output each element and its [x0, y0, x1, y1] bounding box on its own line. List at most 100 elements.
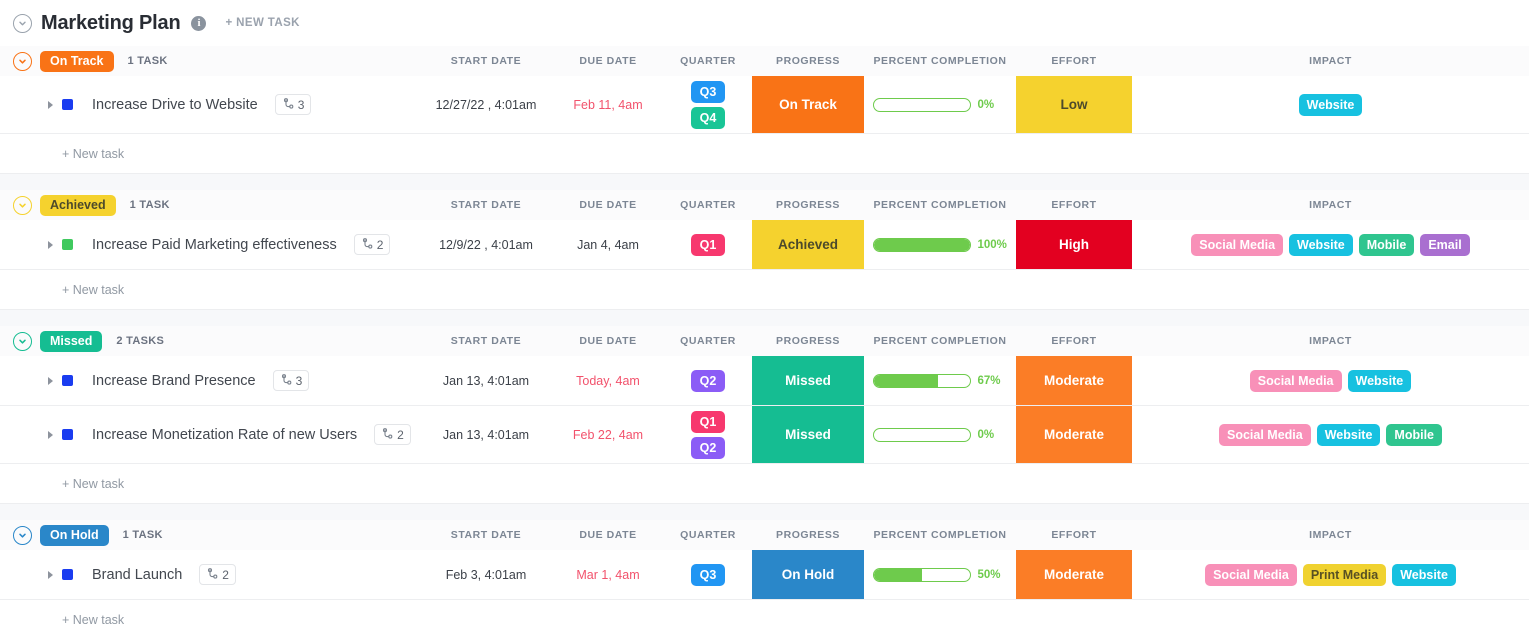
percent-completion-cell[interactable]: 100% — [864, 220, 1016, 269]
quarter-tag[interactable]: Q4 — [690, 106, 726, 129]
impact-cell[interactable]: Social Media Print Media Website — [1132, 550, 1529, 599]
column-header-effort[interactable]: EFFORT — [1016, 335, 1132, 347]
column-header-quarter[interactable]: QUARTER — [664, 335, 752, 347]
column-header-quarter[interactable]: QUARTER — [664, 55, 752, 67]
progress-cell[interactable]: On Hold — [752, 550, 864, 599]
impact-tag[interactable]: Email — [1420, 233, 1470, 256]
column-header-effort[interactable]: EFFORT — [1016, 529, 1132, 541]
due-date-cell[interactable]: Feb 22, 4am — [552, 406, 664, 463]
column-header-due-date[interactable]: DUE DATE — [552, 529, 664, 541]
table-row[interactable]: Increase Paid Marketing effectiveness 2 12… — [0, 220, 1529, 270]
quarter-tag[interactable]: Q3 — [690, 563, 726, 586]
subtask-count-badge[interactable]: 2 — [199, 564, 236, 585]
effort-cell[interactable]: Moderate — [1016, 406, 1132, 463]
task-name[interactable]: Increase Drive to Website — [92, 97, 258, 113]
column-header-start-date[interactable]: START DATE — [420, 199, 552, 211]
quarter-tag[interactable]: Q1 — [690, 233, 726, 256]
due-date-cell[interactable]: Mar 1, 4am — [552, 550, 664, 599]
impact-cell[interactable]: Website — [1132, 76, 1529, 133]
subtask-count-badge[interactable]: 2 — [353, 234, 391, 255]
quarter-cell[interactable]: Q1 — [664, 220, 752, 269]
impact-tag[interactable]: Website — [1316, 423, 1381, 446]
column-header-percent-completion[interactable]: PERCENT COMPLETION — [864, 335, 1016, 347]
quarter-cell[interactable]: Q3 — [664, 550, 752, 599]
quarter-tag[interactable]: Q2 — [690, 436, 726, 459]
percent-completion-cell[interactable]: 0% — [864, 76, 1016, 133]
task-color-square-icon[interactable] — [62, 99, 73, 110]
progress-bar[interactable] — [872, 97, 971, 112]
task-color-square-icon[interactable] — [62, 429, 73, 440]
task-name[interactable]: Increase Paid Marketing effectiveness — [92, 237, 337, 253]
group-collapse-chevron-icon[interactable] — [13, 525, 32, 545]
start-date-cell[interactable]: Feb 3, 4:01am — [420, 550, 552, 599]
new-task-button[interactable]: + NEW TASK — [225, 17, 299, 29]
column-header-impact[interactable]: IMPACT — [1132, 55, 1529, 67]
column-header-due-date[interactable]: DUE DATE — [552, 199, 664, 211]
impact-tag[interactable]: Website — [1392, 563, 1456, 586]
column-header-start-date[interactable]: START DATE — [420, 335, 552, 347]
expand-caret-icon[interactable] — [48, 376, 53, 385]
percent-completion-cell[interactable]: 50% — [864, 550, 1016, 599]
task-name[interactable]: Increase Monetization Rate of new Users — [92, 427, 357, 443]
quarter-tag[interactable]: Q1 — [690, 410, 726, 433]
progress-cell[interactable]: Achieved — [752, 220, 864, 269]
task-color-square-icon[interactable] — [62, 569, 73, 580]
impact-tag[interactable]: Website — [1347, 369, 1412, 392]
quarter-cell[interactable]: Q2 — [664, 356, 752, 405]
effort-cell[interactable]: Moderate — [1016, 356, 1132, 405]
progress-cell[interactable]: Missed — [752, 406, 864, 463]
due-date-cell[interactable]: Feb 11, 4am — [552, 76, 664, 133]
expand-caret-icon[interactable] — [48, 570, 53, 579]
column-header-impact[interactable]: IMPACT — [1132, 335, 1529, 347]
quarter-tag[interactable]: Q2 — [690, 369, 726, 392]
impact-cell[interactable]: Social Media Website — [1132, 356, 1529, 405]
progress-cell[interactable]: Missed — [752, 356, 864, 405]
table-row[interactable]: Brand Launch 2 Feb 3, 4:01am Mar 1, 4am Q3 On… — [0, 550, 1529, 600]
column-header-effort[interactable]: EFFORT — [1016, 55, 1132, 67]
table-row[interactable]: Increase Brand Presence 3 Jan 13, 4:01am To… — [0, 356, 1529, 406]
impact-cell[interactable]: Social Media Website Mobile — [1132, 406, 1529, 463]
column-header-impact[interactable]: IMPACT — [1132, 199, 1529, 211]
column-header-quarter[interactable]: QUARTER — [664, 529, 752, 541]
start-date-cell[interactable]: Jan 13, 4:01am — [420, 356, 552, 405]
expand-caret-icon[interactable] — [48, 100, 53, 109]
start-date-cell[interactable]: 12/9/22 , 4:01am — [420, 220, 552, 269]
group-collapse-chevron-icon[interactable] — [13, 195, 32, 215]
expand-caret-icon[interactable] — [48, 240, 53, 249]
group-status-badge[interactable]: Missed — [40, 330, 103, 352]
percent-completion-cell[interactable]: 0% — [864, 406, 1016, 463]
info-icon[interactable]: i — [191, 15, 207, 31]
impact-tag[interactable]: Website — [1289, 233, 1353, 256]
add-new-task-row[interactable]: + New task — [0, 464, 1529, 504]
collapse-all-chevron-icon[interactable] — [13, 13, 32, 33]
column-header-effort[interactable]: EFFORT — [1016, 199, 1132, 211]
add-new-task-row[interactable]: + New task — [0, 600, 1529, 624]
impact-tag[interactable]: Social Media — [1205, 563, 1297, 586]
subtask-count-badge[interactable]: 3 — [272, 370, 310, 391]
group-status-badge[interactable]: On Hold — [40, 524, 109, 546]
column-header-progress[interactable]: PROGRESS — [752, 335, 864, 347]
impact-cell[interactable]: Social Media Website Mobile Email — [1132, 220, 1529, 269]
impact-tag[interactable]: Mobile — [1386, 423, 1443, 446]
due-date-cell[interactable]: Jan 4, 4am — [552, 220, 664, 269]
column-header-percent-completion[interactable]: PERCENT COMPLETION — [864, 55, 1016, 67]
due-date-cell[interactable]: Today, 4am — [552, 356, 664, 405]
table-row[interactable]: Increase Monetization Rate of new Users 2… — [0, 406, 1529, 464]
impact-tag[interactable]: Social Media — [1249, 369, 1342, 392]
quarter-cell[interactable]: Q1 Q2 — [664, 406, 752, 463]
column-header-progress[interactable]: PROGRESS — [752, 199, 864, 211]
column-header-percent-completion[interactable]: PERCENT COMPLETION — [864, 529, 1016, 541]
percent-completion-cell[interactable]: 67% — [864, 356, 1016, 405]
group-collapse-chevron-icon[interactable] — [13, 331, 32, 351]
progress-bar[interactable] — [872, 567, 971, 582]
column-header-start-date[interactable]: START DATE — [420, 55, 552, 67]
table-row[interactable]: Increase Drive to Website 3 12/27/22 , 4:0… — [0, 76, 1529, 134]
effort-cell[interactable]: Moderate — [1016, 550, 1132, 599]
progress-cell[interactable]: On Track — [752, 76, 864, 133]
task-name[interactable]: Increase Brand Presence — [92, 373, 256, 389]
impact-tag[interactable]: Print Media — [1302, 563, 1387, 586]
column-header-due-date[interactable]: DUE DATE — [552, 55, 664, 67]
progress-bar[interactable] — [872, 237, 971, 252]
task-color-square-icon[interactable] — [62, 375, 73, 386]
group-status-badge[interactable]: Achieved — [40, 194, 116, 216]
